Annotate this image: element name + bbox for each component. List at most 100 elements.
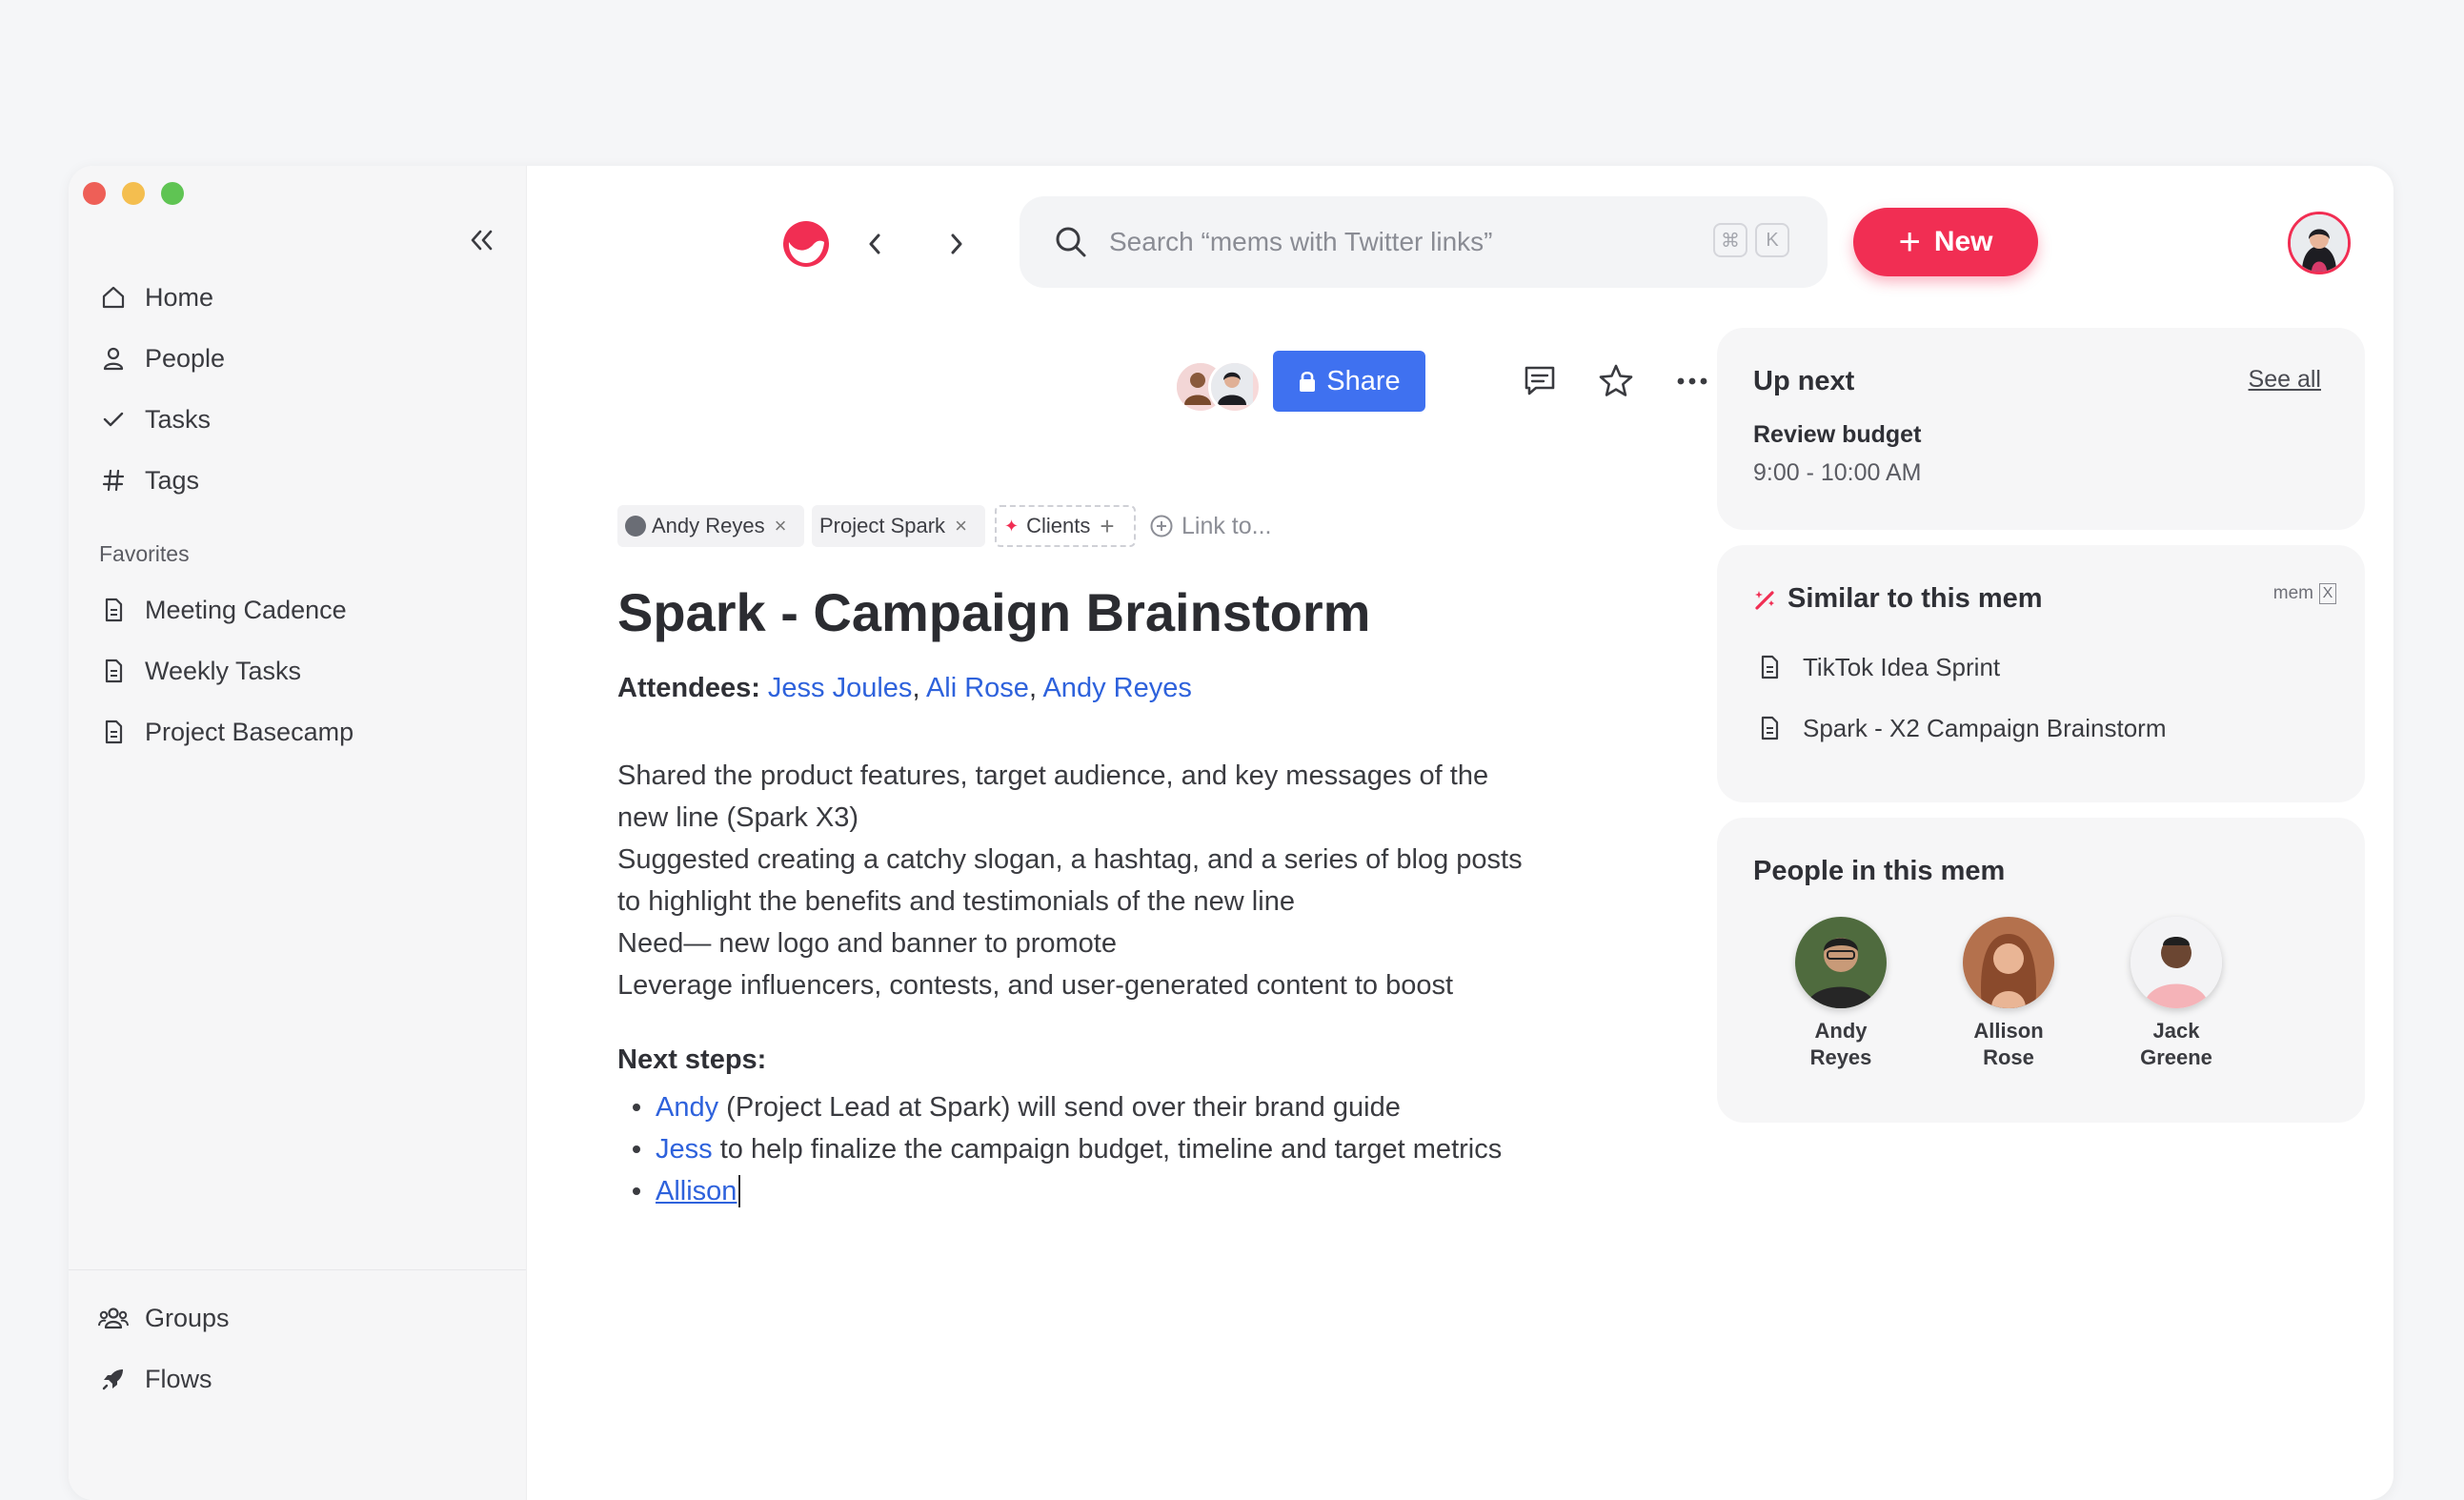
add-circle-icon — [1149, 514, 1174, 538]
list-item: Andy (Project Lead at Spark) will send o… — [617, 1086, 1502, 1128]
step-text: (Project Lead at Spark) will send over t… — [718, 1092, 1401, 1123]
window-maximize-button[interactable] — [161, 182, 184, 205]
person-last-name: Reyes — [1809, 1045, 1872, 1069]
share-button[interactable]: Share — [1273, 351, 1425, 412]
sidebar-item-people[interactable]: People — [97, 334, 497, 382]
body-line: Leverage influencers, contests, and user… — [617, 970, 1454, 1001]
similar-item-label: TikTok Idea Sprint — [1803, 652, 2001, 681]
home-icon — [97, 281, 130, 314]
up-next-title: Up next — [1753, 366, 1855, 396]
more-options-icon[interactable] — [1671, 360, 1713, 402]
person-first-name: Allison — [1973, 1019, 2044, 1043]
forward-arrow-icon[interactable] — [936, 223, 978, 265]
mention-link[interactable]: Allison — [656, 1170, 737, 1212]
sidebar-item-label: Home — [145, 282, 214, 312]
groups-icon — [97, 1302, 130, 1334]
search-input[interactable] — [1107, 226, 1683, 258]
favorite-item-weekly-tasks[interactable]: Weekly Tasks — [97, 647, 497, 695]
sidebar-item-label: Flows — [145, 1364, 212, 1393]
similar-item[interactable]: TikTok Idea Sprint — [1753, 646, 2000, 688]
k-key-hint: K — [1755, 223, 1789, 257]
window-close-button[interactable] — [83, 182, 106, 205]
mention-link[interactable]: Jess — [656, 1128, 713, 1170]
chip-label: Andy Reyes — [652, 514, 765, 537]
check-icon — [97, 403, 130, 436]
chip-label: Clients — [1026, 514, 1091, 537]
window-minimize-button[interactable] — [122, 182, 145, 205]
similar-title: Similar to this mem — [1787, 583, 2043, 614]
sidebar-divider — [69, 1269, 526, 1270]
mem-badge-key: X — [2319, 583, 2336, 604]
sidebar-item-label: Tasks — [145, 404, 212, 434]
attendee-link[interactable]: Andy Reyes — [1042, 673, 1191, 703]
sparkle-icon: ✦ — [1004, 516, 1020, 536]
star-icon[interactable] — [1595, 360, 1637, 402]
mem-x-badge: mem X — [2273, 583, 2336, 604]
clients-suggestion-chip[interactable]: ✦ Clients + — [995, 505, 1136, 547]
sidebar-item-label: Tags — [145, 465, 200, 495]
sidebar-item-tags[interactable]: Tags — [97, 456, 497, 504]
new-button[interactable]: + New — [1853, 208, 2038, 276]
attendees-line[interactable]: Attendees: Jess Joules, Ali Rose, Andy R… — [617, 673, 1192, 704]
collaborator-avatar[interactable] — [1208, 360, 1262, 414]
mention-link[interactable]: Andy — [656, 1086, 718, 1128]
list-item: Jess to help finalize the campaign budge… — [617, 1128, 1502, 1170]
favorite-item-meeting-cadence[interactable]: Meeting Cadence — [97, 586, 497, 634]
search-bar[interactable]: ⌘ K — [1020, 196, 1828, 288]
person-tag-chip[interactable]: Andy Reyes × — [617, 505, 804, 547]
up-next-card: Up next See all Review budget 9:00 - 10:… — [1717, 328, 2365, 530]
body-line: new line (Spark X3) — [617, 802, 859, 833]
project-tag-chip[interactable]: Project Spark × — [812, 505, 985, 547]
person-card-allison[interactable]: Allison Rose — [1942, 917, 2075, 1071]
sidebar-item-groups[interactable]: Groups — [97, 1294, 497, 1342]
bullet — [633, 1187, 640, 1195]
avatar — [1963, 917, 2054, 1008]
sidebar: Home People Tasks Tags Favorites Meeting… — [69, 166, 527, 1500]
add-tag-icon[interactable]: + — [1100, 512, 1114, 541]
person-card-jack[interactable]: Jack Greene — [2110, 917, 2243, 1071]
next-steps-heading: Next steps: — [617, 1044, 767, 1075]
remove-tag-icon[interactable]: × — [775, 514, 787, 538]
favorites-heading: Favorites — [99, 541, 190, 566]
plus-icon: + — [1898, 221, 1921, 263]
doc-body[interactable]: Shared the product features, target audi… — [617, 755, 1666, 1006]
attendees-label: Attendees: — [617, 673, 760, 703]
new-button-label: New — [1933, 226, 1993, 257]
remove-tag-icon[interactable]: × — [955, 514, 967, 538]
comment-icon[interactable] — [1519, 360, 1561, 402]
avatar — [1795, 917, 1887, 1008]
link-to-button[interactable]: Link to... — [1149, 505, 1272, 547]
attendee-link[interactable]: Jess Joules — [768, 673, 913, 703]
bullet — [633, 1145, 640, 1153]
doc-title[interactable]: Spark - Campaign Brainstorm — [617, 581, 1370, 643]
person-first-name: Jack — [2152, 1019, 2200, 1043]
search-icon — [1052, 223, 1090, 261]
document-icon — [97, 655, 130, 687]
people-title: People in this mem — [1753, 856, 2006, 886]
person-last-name: Rose — [1983, 1045, 2034, 1069]
hash-icon — [97, 464, 130, 497]
attendee-link[interactable]: Ali Rose — [926, 673, 1029, 703]
person-first-name: Andy — [1814, 1019, 1868, 1043]
list-item: Allison — [617, 1170, 1502, 1212]
event-title[interactable]: Review budget — [1753, 421, 1921, 449]
mem-logo-icon[interactable] — [781, 219, 831, 269]
person-card-andy[interactable]: Andy Reyes — [1774, 917, 1908, 1071]
link-to-label: Link to... — [1182, 512, 1272, 539]
sidebar-item-home[interactable]: Home — [97, 274, 497, 321]
next-steps-list[interactable]: Andy (Project Lead at Spark) will send o… — [617, 1086, 1502, 1212]
document-icon — [97, 716, 130, 748]
see-all-link[interactable]: See all — [2249, 366, 2321, 394]
similar-title-row: Similar to this mem — [1753, 583, 2043, 615]
document-icon — [1753, 651, 1786, 683]
similar-item[interactable]: Spark - X2 Campaign Brainstorm — [1753, 707, 2166, 749]
sidebar-item-tasks[interactable]: Tasks — [97, 395, 497, 443]
user-avatar[interactable] — [2288, 212, 2351, 274]
body-line: Need— new logo and banner to promote — [617, 928, 1117, 959]
similar-item-label: Spark - X2 Campaign Brainstorm — [1803, 713, 2167, 742]
collapse-sidebar-icon[interactable] — [464, 223, 498, 257]
favorite-item-label: Meeting Cadence — [145, 595, 347, 624]
back-arrow-icon[interactable] — [854, 223, 896, 265]
favorite-item-project-basecamp[interactable]: Project Basecamp — [97, 708, 497, 756]
sidebar-item-flows[interactable]: Flows — [97, 1355, 497, 1403]
